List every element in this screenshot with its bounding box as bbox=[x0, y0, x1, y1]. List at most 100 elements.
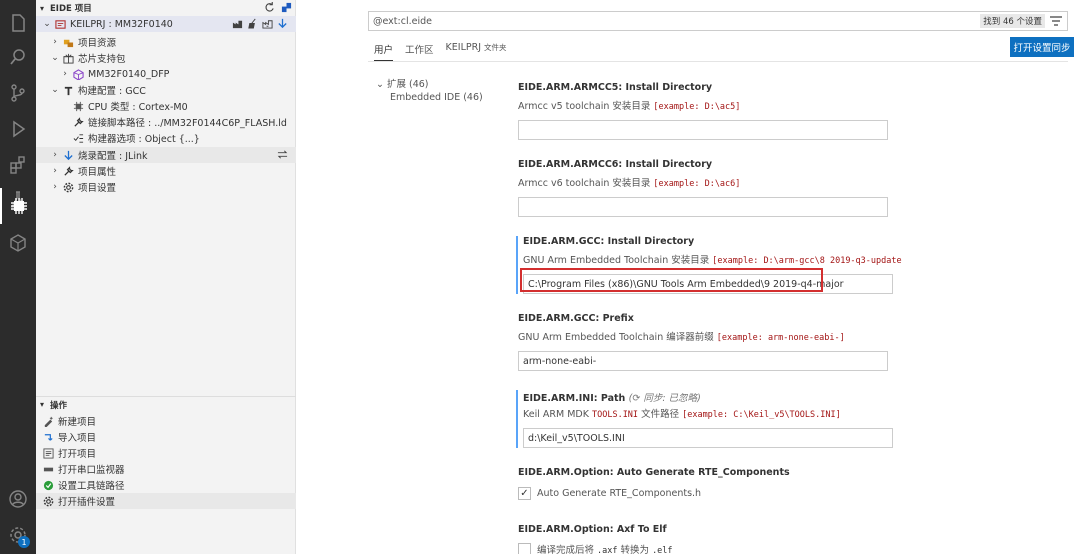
gear-icon bbox=[42, 495, 54, 507]
settings-toc: ⌄ 扩展 (46) Embedded IDE (46) bbox=[376, 76, 483, 108]
tree-item-label: 烧录配置 : JLink bbox=[78, 151, 148, 162]
setting-description: Armcc v5 toolchain 安装目录 [example: D:\ac5… bbox=[518, 98, 1073, 114]
desc-text: GNU Arm Embedded Toolchain 编译器前缀 bbox=[518, 332, 717, 343]
eide-chip-icon[interactable] bbox=[0, 188, 36, 224]
project-name: KEILPRJ : MM32F0140 bbox=[70, 18, 173, 30]
open-settings-sync-button[interactable]: 打开设置同步 bbox=[1010, 37, 1074, 57]
code-elf: .elf bbox=[652, 546, 673, 554]
checklist-icon bbox=[72, 132, 84, 144]
desc-example: [example: D:\ac6] bbox=[653, 179, 741, 189]
desc-text: Armcc v6 toolchain 安装目录 bbox=[518, 178, 654, 189]
setting-axf-to-elf: EIDE.ARM.Option: Axf To Elf 编译完成后将 .axf … bbox=[518, 524, 1073, 554]
sync-ignored-note: (⟳ 同步: 已忽略) bbox=[628, 393, 701, 404]
op-serial-monitor[interactable]: 打开串口监视器 bbox=[36, 461, 296, 477]
check-circle-icon bbox=[42, 479, 54, 491]
source-control-icon[interactable] bbox=[0, 76, 36, 110]
download-icon[interactable] bbox=[277, 18, 288, 29]
chevron-down-icon: ⌄ bbox=[51, 53, 59, 63]
op-new-project[interactable]: 新建项目 bbox=[36, 413, 296, 429]
tree-item-builder-options[interactable]: 构建器选项 : Object {...} bbox=[36, 130, 296, 146]
section-title: EIDE 项目 bbox=[50, 4, 92, 14]
tree-item-chip-support[interactable]: ⌄ 芯片支持包 bbox=[36, 50, 296, 66]
op-open-project[interactable]: 打开项目 bbox=[36, 445, 296, 461]
gcc-prefix-input[interactable]: arm-none-eabi- bbox=[518, 351, 888, 371]
run-debug-icon[interactable] bbox=[0, 112, 36, 146]
checkbox-label: Auto Generate RTE_Components.h bbox=[537, 488, 702, 499]
desc-text: 文件路径 bbox=[638, 409, 683, 420]
section-title: 操作 bbox=[50, 400, 68, 411]
tree-item-linker-script[interactable]: 链接脚本路径 : ../MM32F0144C6P_FLASH.ld bbox=[36, 114, 296, 130]
keil-project-icon bbox=[54, 18, 66, 30]
chevron-down-icon: ▾ bbox=[40, 400, 45, 409]
desc-example: [example: D:\ac5] bbox=[653, 102, 741, 112]
toc-embedded-ide[interactable]: Embedded IDE (46) bbox=[376, 92, 483, 108]
code-axf: .axf bbox=[597, 546, 618, 554]
op-plugin-settings[interactable]: 打开插件设置 bbox=[36, 493, 296, 509]
settings-search-input[interactable]: @ext:cl.eide 找到 46 个设置 bbox=[368, 11, 1068, 31]
import-icon bbox=[42, 431, 54, 443]
search-icon[interactable] bbox=[0, 40, 36, 74]
tree-item-dfp[interactable]: › MM32F0140_DFP bbox=[36, 66, 296, 82]
axf-to-elf-checkbox-row[interactable]: 编译完成后将 .axf 转换为 .elf bbox=[518, 542, 1073, 554]
account-icon[interactable] bbox=[0, 482, 36, 516]
refresh-icon[interactable] bbox=[264, 2, 275, 13]
tree-item-cpu-type[interactable]: CPU 类型 : Cortex-M0 bbox=[36, 98, 296, 114]
axf-to-elf-checkbox[interactable] bbox=[518, 542, 531, 554]
chevron-right-icon: › bbox=[53, 166, 57, 176]
desc-example: [example: arm-none-eabi-] bbox=[716, 333, 845, 343]
rebuild-icon[interactable] bbox=[262, 18, 273, 29]
setting-title: EIDE.ARM.GCC: Prefix bbox=[518, 313, 634, 324]
armcc5-dir-input[interactable] bbox=[518, 120, 888, 140]
ini-path-input[interactable]: d:\Keil_v5\TOOLS.INI bbox=[523, 428, 893, 448]
setting-armcc6-install-dir: EIDE.ARM.ARMCC6: Install Directory Armcc… bbox=[518, 159, 1073, 217]
extensions-icon[interactable] bbox=[0, 148, 36, 182]
explorer-icon[interactable] bbox=[0, 6, 36, 40]
op-label: 新建项目 bbox=[58, 417, 97, 428]
filter-icon[interactable] bbox=[1050, 16, 1062, 26]
tree-item-project-resources[interactable]: › 项目资源 bbox=[36, 34, 296, 50]
chevron-down-icon: ⌄ bbox=[51, 85, 59, 95]
switch-project-icon[interactable] bbox=[281, 2, 292, 13]
wrench-icon bbox=[62, 165, 74, 177]
chevron-down-icon: ⌄ bbox=[43, 19, 51, 29]
highlight-box bbox=[520, 268, 823, 292]
tree-item-build-config[interactable]: ⌄ 构建配置 : GCC bbox=[36, 82, 296, 98]
new-project-icon bbox=[42, 415, 54, 427]
tree-item-label: 链接脚本路径 : ../MM32F0144C6P_FLASH.ld bbox=[88, 118, 287, 129]
section-operations[interactable]: ▾ 操作 bbox=[36, 396, 296, 412]
clean-icon[interactable] bbox=[247, 18, 258, 29]
wrench-icon bbox=[72, 116, 84, 128]
setting-title: EIDE.ARM.INI: Path (⟳ 同步: 已忽略) bbox=[523, 390, 1071, 406]
tree-item-label: 构建器选项 : Object {...} bbox=[88, 134, 200, 145]
tabs-divider bbox=[368, 61, 1068, 62]
tree-item-label: 芯片支持包 bbox=[78, 54, 126, 65]
chevron-down-icon: ▾ bbox=[40, 3, 45, 13]
build-icon[interactable] bbox=[232, 18, 243, 29]
tree-item-flash-config[interactable]: › 烧录配置 : JLink bbox=[36, 147, 296, 163]
op-label: 打开项目 bbox=[58, 449, 97, 460]
setting-armcc5-install-dir: EIDE.ARM.ARMCC5: Install Directory Armcc… bbox=[518, 82, 1073, 140]
cube-icon[interactable] bbox=[0, 226, 36, 260]
setting-gcc-prefix: EIDE.ARM.GCC: Prefix GNU Arm Embedded To… bbox=[518, 313, 1073, 371]
tree-item-project-properties[interactable]: › 项目属性 bbox=[36, 163, 296, 179]
label-mid: 转换为 bbox=[617, 545, 653, 554]
auto-gen-rte-checkbox-row[interactable]: ✓ Auto Generate RTE_Components.h bbox=[518, 487, 1073, 500]
cube-purple-icon bbox=[72, 68, 84, 80]
armcc6-dir-input[interactable] bbox=[518, 197, 888, 217]
section-eide-projects[interactable]: ▾ EIDE 项目 bbox=[36, 0, 296, 16]
project-root[interactable]: ⌄ KEILPRJ : MM32F0140 bbox=[36, 16, 296, 32]
tab-user[interactable]: 用户 bbox=[374, 42, 394, 61]
switch-arrows-icon[interactable] bbox=[277, 149, 288, 160]
op-import-project[interactable]: 导入项目 bbox=[36, 429, 296, 445]
tab-folder[interactable]: KEILPRJ 文件夹 bbox=[446, 42, 507, 61]
serial-port-icon bbox=[42, 463, 54, 475]
auto-gen-rte-checkbox[interactable]: ✓ bbox=[518, 487, 531, 500]
title-bold: EIDE.ARM.Option: bbox=[518, 467, 614, 478]
toc-extensions[interactable]: ⌄ 扩展 (46) bbox=[376, 76, 483, 92]
tab-workspace[interactable]: 工作区 bbox=[405, 42, 434, 61]
tree-item-label: 项目设置 bbox=[78, 183, 117, 194]
op-set-toolchain[interactable]: 设置工具链路径 bbox=[36, 477, 296, 493]
desc-text: Armcc v5 toolchain 安装目录 bbox=[518, 101, 654, 112]
tree-item-project-settings[interactable]: › 项目设置 bbox=[36, 179, 296, 195]
settings-gear-icon[interactable]: 1 bbox=[0, 518, 36, 552]
